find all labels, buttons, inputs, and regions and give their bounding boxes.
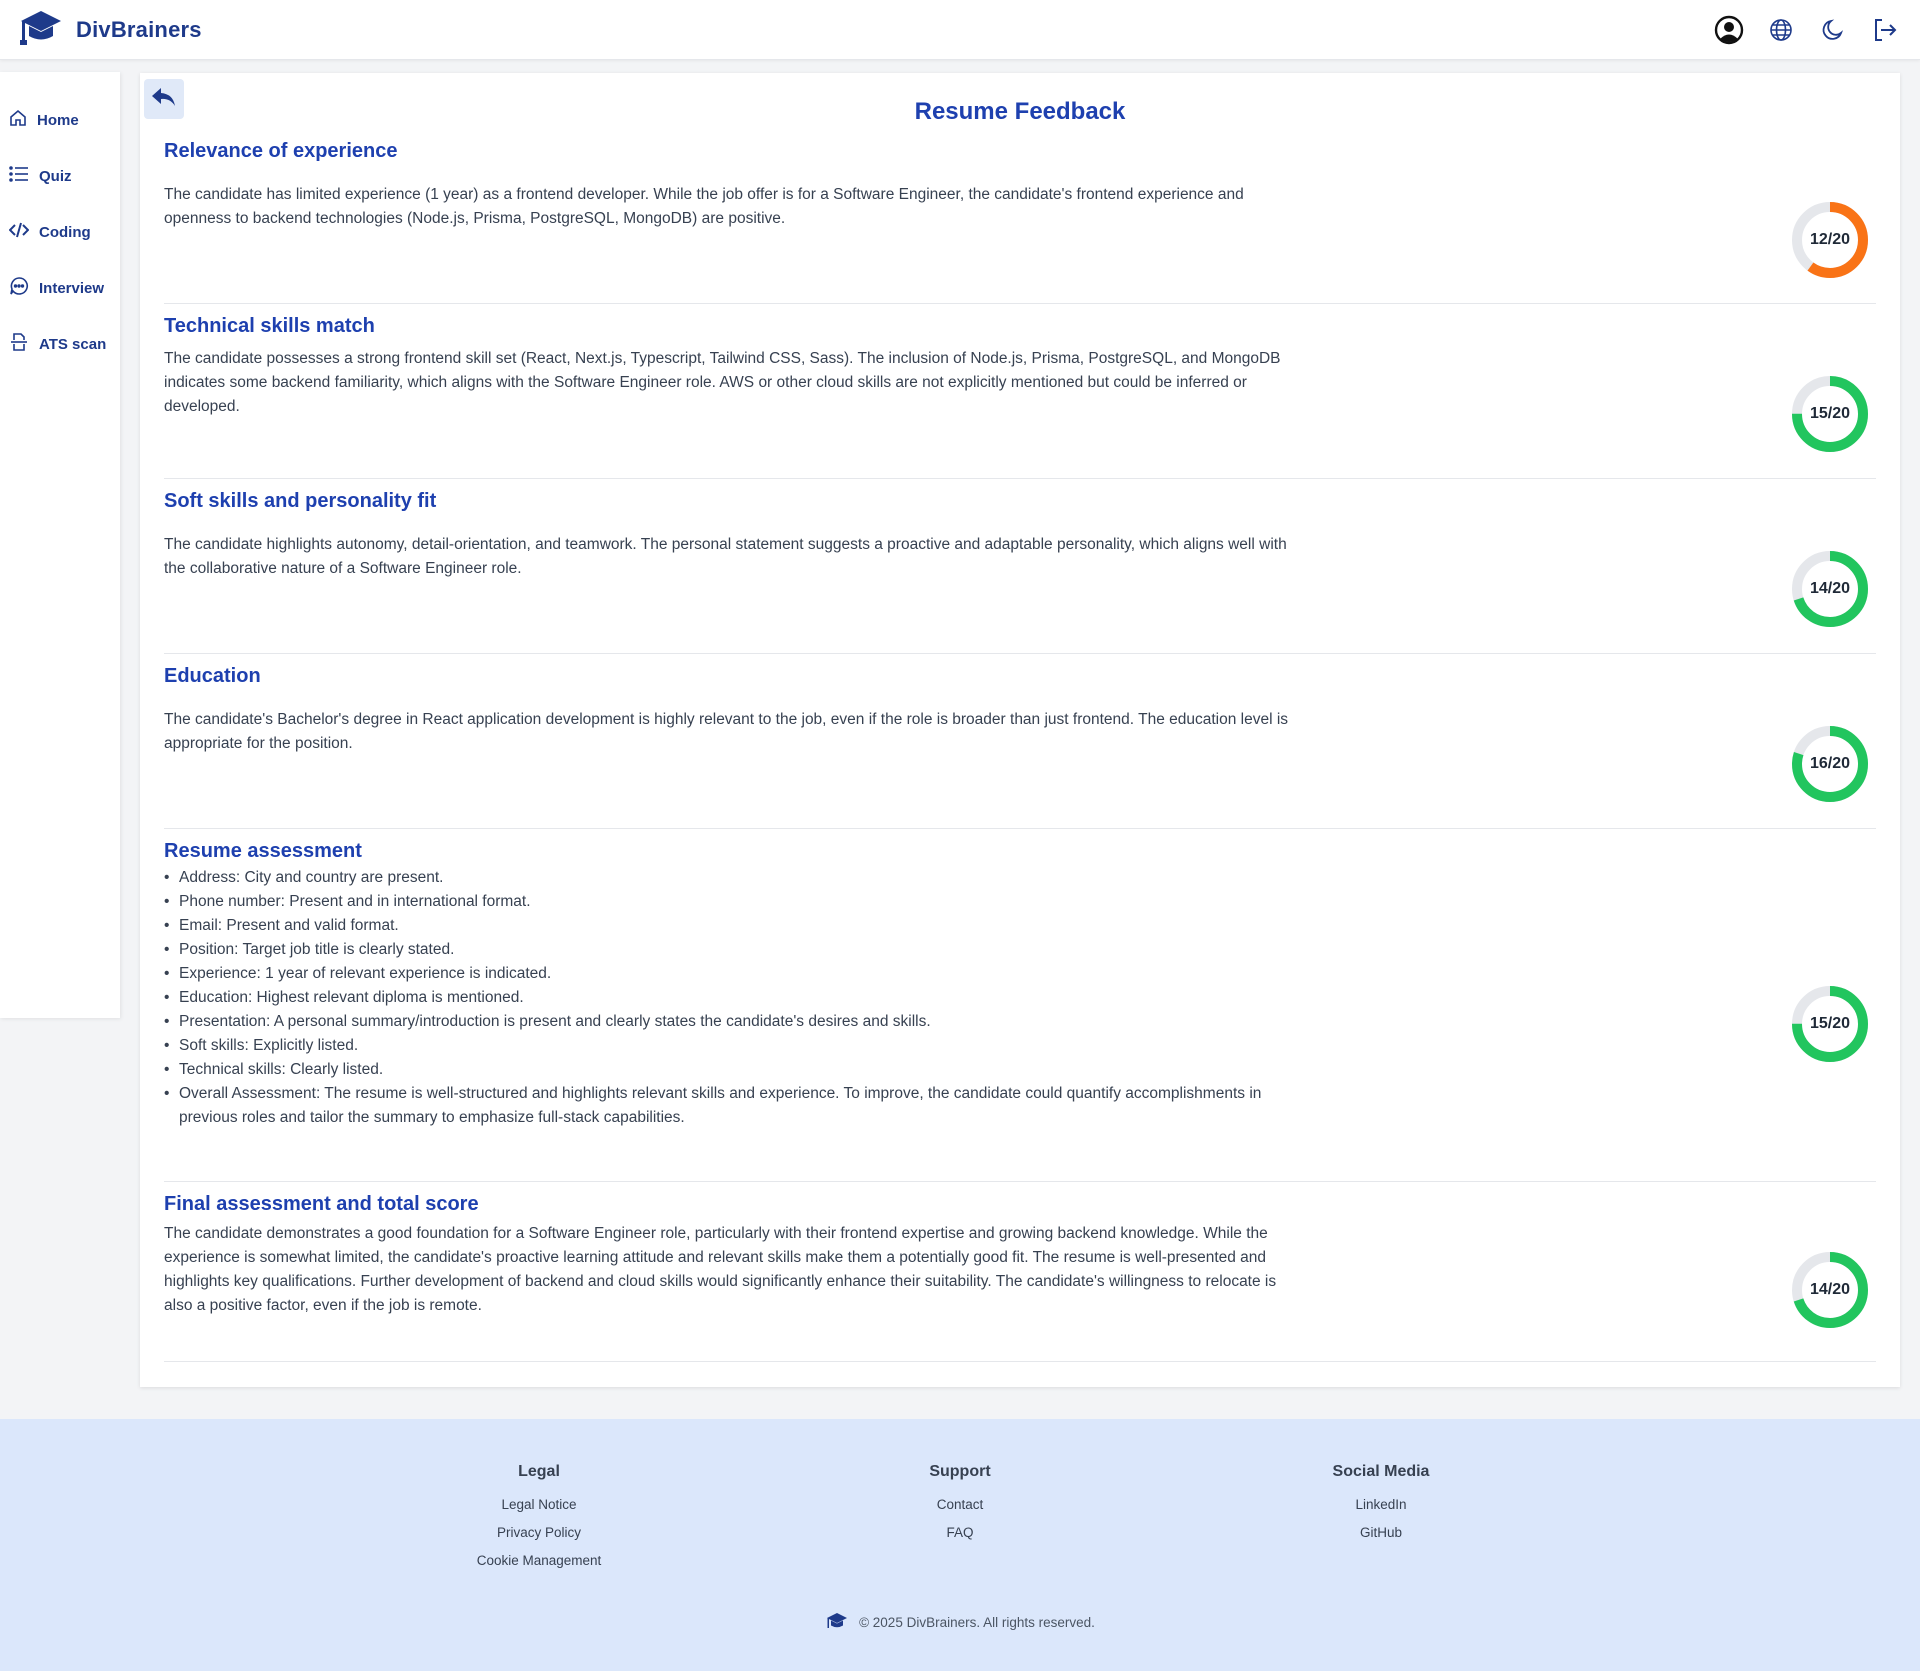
feedback-section: Final assessment and total score The can…	[164, 1182, 1876, 1362]
score-label: 14/20	[1809, 1281, 1851, 1298]
moon-icon[interactable]	[1818, 15, 1848, 45]
brand-name: DivBrainers	[76, 16, 202, 42]
footer-link-github[interactable]: GitHub	[1251, 1519, 1511, 1547]
brand[interactable]: DivBrainers	[18, 7, 202, 52]
section-text: The candidate highlights autonomy, detai…	[164, 536, 1287, 577]
top-bar: DivBrainers	[0, 0, 1920, 60]
section-title: Resume assessment	[164, 840, 362, 862]
sidebar-item-coding[interactable]: Coding	[0, 204, 120, 260]
section-title: Technical skills match	[164, 315, 375, 337]
sidebar-item-label: Quiz	[39, 167, 72, 185]
footer-link-faq[interactable]: FAQ	[830, 1519, 1090, 1547]
list-item: Soft skills: Explicitly listed.	[164, 1034, 1304, 1058]
footer-link-cookie-management[interactable]: Cookie Management	[409, 1547, 669, 1575]
section-title: Soft skills and personality fit	[164, 490, 437, 512]
score-ring: 16/20	[1790, 724, 1870, 804]
graduation-cap-icon	[825, 1611, 849, 1634]
footer-heading: Support	[929, 1463, 991, 1480]
sidebar-item-ats-scan[interactable]: ATS scan	[0, 316, 120, 372]
top-actions	[1714, 15, 1902, 45]
score-label: 14/20	[1809, 580, 1851, 597]
list-item: Email: Present and valid format.	[164, 914, 1304, 938]
list-item: Technical skills: Clearly listed.	[164, 1058, 1304, 1082]
section-title: Final assessment and total score	[164, 1193, 479, 1215]
section-text: The candidate possesses a strong fronten…	[164, 350, 1281, 415]
assessment-list: Address: City and country are present. P…	[164, 866, 1304, 1130]
feedback-section: Technical skills match The candidate pos…	[164, 304, 1876, 479]
score-label: 15/20	[1809, 1015, 1851, 1032]
score-ring: 15/20	[1790, 984, 1870, 1064]
score-label: 12/20	[1809, 231, 1851, 248]
user-circle-icon[interactable]	[1714, 15, 1744, 45]
section-title: Education	[164, 665, 261, 687]
graduation-cap-icon	[18, 7, 64, 52]
scan-icon	[9, 332, 29, 356]
sidebar: Home Quiz Coding Interview ATS scan	[0, 72, 120, 1018]
footer-heading: Social Media	[1332, 1463, 1430, 1480]
sidebar-item-home[interactable]: Home	[0, 92, 120, 148]
sidebar-item-interview[interactable]: Interview	[0, 260, 120, 316]
logout-icon[interactable]	[1870, 15, 1900, 45]
footer-link-contact[interactable]: Contact	[830, 1491, 1090, 1519]
footer-support: Support Contact FAQ	[830, 1463, 1090, 1547]
list-item: Presentation: A personal summary/introdu…	[164, 1010, 1304, 1034]
copyright-text: © 2025 DivBrainers. All rights reserved.	[859, 1615, 1095, 1630]
globe-icon[interactable]	[1766, 15, 1796, 45]
sidebar-item-label: Home	[37, 111, 79, 129]
sidebar-item-label: ATS scan	[39, 335, 107, 353]
list-item: Experience: 1 year of relevant experienc…	[164, 962, 1304, 986]
footer-link-privacy-policy[interactable]: Privacy Policy	[409, 1519, 669, 1547]
list-item: Education: Highest relevant diploma is m…	[164, 986, 1304, 1010]
footer-legal: Legal Legal Notice Privacy Policy Cookie…	[409, 1463, 669, 1575]
score-ring: 14/20	[1790, 549, 1870, 629]
section-text: The candidate's Bachelor's degree in Rea…	[164, 711, 1289, 752]
resume-feedback-card: Resume Feedback Relevance of experience …	[140, 73, 1900, 1387]
score-ring: 15/20	[1790, 374, 1870, 454]
list-item: Overall Assessment: The resume is well-s…	[164, 1082, 1304, 1130]
list-item: Position: Target job title is clearly st…	[164, 938, 1304, 962]
code-icon	[8, 221, 30, 243]
footer-link-legal-notice[interactable]: Legal Notice	[409, 1491, 669, 1519]
section-text: The candidate demonstrates a good founda…	[164, 1225, 1277, 1314]
footer-link-linkedin[interactable]: LinkedIn	[1251, 1491, 1511, 1519]
score-label: 15/20	[1809, 405, 1851, 422]
page-title: Resume Feedback	[914, 98, 1126, 125]
sidebar-item-label: Interview	[39, 279, 105, 297]
score-ring: 14/20	[1790, 1250, 1870, 1330]
home-icon	[9, 109, 27, 131]
section-text: The candidate has limited experience (1 …	[164, 186, 1244, 227]
score-label: 16/20	[1809, 755, 1851, 772]
footer-social: Social Media LinkedIn GitHub	[1251, 1463, 1511, 1547]
feedback-section: Soft skills and personality fit The cand…	[164, 479, 1876, 654]
list-icon	[9, 165, 29, 187]
copyright: © 2025 DivBrainers. All rights reserved.	[0, 1611, 1920, 1634]
feedback-section: Education The candidate's Bachelor's deg…	[164, 654, 1876, 829]
score-ring: 12/20	[1790, 200, 1870, 280]
feedback-section: Relevance of experience The candidate ha…	[164, 129, 1876, 304]
section-title: Relevance of experience	[164, 140, 398, 162]
list-item: Phone number: Present and in internation…	[164, 890, 1304, 914]
feedback-section: Resume assessment Address: City and coun…	[164, 829, 1876, 1182]
sidebar-item-label: Coding	[39, 223, 91, 241]
list-item: Address: City and country are present.	[164, 866, 1304, 890]
chat-icon	[9, 276, 29, 300]
footer-heading: Legal	[518, 1463, 560, 1480]
sidebar-item-quiz[interactable]: Quiz	[0, 148, 120, 204]
